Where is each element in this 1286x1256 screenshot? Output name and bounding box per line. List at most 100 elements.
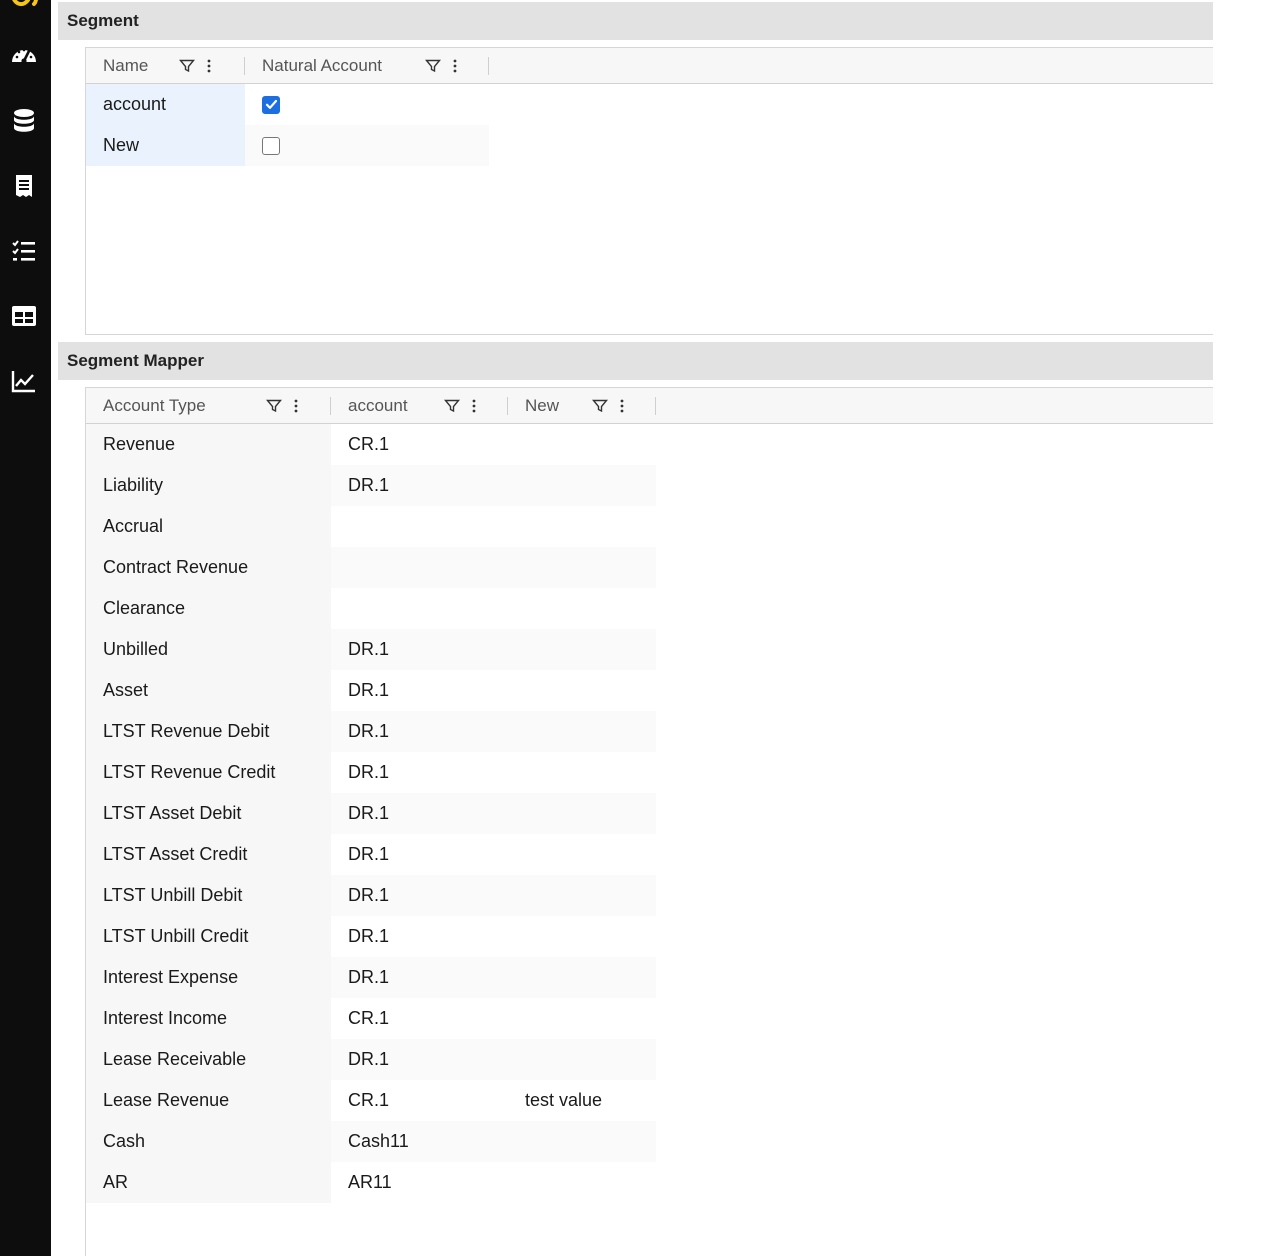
table-row[interactable]: Lease Revenue CR.1 test value <box>86 1080 1213 1121</box>
database-icon[interactable] <box>9 106 39 136</box>
table-row[interactable]: LTST Revenue Debit DR.1 <box>86 711 1213 752</box>
account-type-cell: Accrual <box>86 506 331 547</box>
new-value-cell[interactable] <box>508 957 656 998</box>
account-type-cell: Cash <box>86 1121 331 1162</box>
table-row[interactable]: New <box>86 125 1213 166</box>
segment-name-cell[interactable]: New <box>86 125 245 166</box>
account-value-cell[interactable]: Cash11 <box>331 1121 508 1162</box>
new-value-cell[interactable] <box>508 1039 656 1080</box>
account-type-cell: LTST Asset Credit <box>86 834 331 875</box>
table-row[interactable]: Unbilled DR.1 <box>86 629 1213 670</box>
column-separator[interactable] <box>488 56 489 75</box>
table-row[interactable]: LTST Unbill Credit DR.1 <box>86 916 1213 957</box>
account-value-cell[interactable]: DR.1 <box>331 1039 508 1080</box>
account-value-cell[interactable]: DR.1 <box>331 670 508 711</box>
natural-account-cell <box>245 125 489 166</box>
filter-icon[interactable] <box>444 398 460 414</box>
column-menu-icon[interactable] <box>472 399 476 413</box>
new-value-cell[interactable] <box>508 875 656 916</box>
table-row[interactable]: Lease Receivable DR.1 <box>86 1039 1213 1080</box>
table-row[interactable]: account <box>86 84 1213 125</box>
column-header-account[interactable]: account <box>331 388 508 424</box>
filter-icon[interactable] <box>266 398 282 414</box>
new-value-cell[interactable] <box>508 588 656 629</box>
filter-icon[interactable] <box>179 58 195 74</box>
table-row[interactable]: LTST Asset Credit DR.1 <box>86 834 1213 875</box>
logo-icon[interactable] <box>8 0 42 14</box>
new-value-cell[interactable] <box>508 424 656 465</box>
filter-icon[interactable] <box>425 58 441 74</box>
account-value-cell[interactable]: CR.1 <box>331 1080 508 1121</box>
new-value-cell[interactable] <box>508 916 656 957</box>
account-value-cell[interactable] <box>331 506 508 547</box>
account-type-cell: Lease Revenue <box>86 1080 331 1121</box>
account-value-cell[interactable]: CR.1 <box>331 424 508 465</box>
table-row[interactable]: Interest Expense DR.1 <box>86 957 1213 998</box>
table-grid-icon[interactable] <box>9 301 39 331</box>
new-value-cell[interactable] <box>508 834 656 875</box>
account-value-cell[interactable]: DR.1 <box>331 629 508 670</box>
sidebar <box>0 0 51 1256</box>
table-row[interactable]: Contract Revenue <box>86 547 1213 588</box>
account-value-cell[interactable] <box>331 588 508 629</box>
dashboard-gauge-icon[interactable] <box>9 41 39 71</box>
new-value-cell[interactable] <box>508 670 656 711</box>
table-row[interactable]: LTST Asset Debit DR.1 <box>86 793 1213 834</box>
column-menu-icon[interactable] <box>207 59 211 73</box>
account-type-cell: Revenue <box>86 424 331 465</box>
table-row[interactable]: LTST Revenue Credit DR.1 <box>86 752 1213 793</box>
table-row[interactable]: Asset DR.1 <box>86 670 1213 711</box>
table-row[interactable]: Revenue CR.1 <box>86 424 1213 465</box>
checklist-icon[interactable] <box>9 236 39 266</box>
account-value-cell[interactable]: DR.1 <box>331 875 508 916</box>
account-value-cell[interactable]: DR.1 <box>331 752 508 793</box>
filter-icon[interactable] <box>592 398 608 414</box>
natural-account-checkbox[interactable] <box>262 95 280 114</box>
new-value-cell[interactable] <box>508 752 656 793</box>
natural-account-checkbox[interactable] <box>262 136 280 155</box>
account-type-cell: LTST Unbill Credit <box>86 916 331 957</box>
new-value-cell[interactable] <box>508 506 656 547</box>
account-value-cell[interactable]: DR.1 <box>331 465 508 506</box>
account-value-cell[interactable] <box>331 547 508 588</box>
line-chart-icon[interactable] <box>9 366 39 396</box>
account-value-cell[interactable]: DR.1 <box>331 834 508 875</box>
column-menu-icon[interactable] <box>620 399 624 413</box>
account-type-cell: LTST Asset Debit <box>86 793 331 834</box>
account-value-cell[interactable]: DR.1 <box>331 711 508 752</box>
receipt-icon[interactable] <box>9 171 39 201</box>
new-value-cell[interactable] <box>508 793 656 834</box>
column-menu-icon[interactable] <box>453 59 457 73</box>
new-value-cell[interactable] <box>508 547 656 588</box>
new-value-cell[interactable] <box>508 465 656 506</box>
account-value-cell[interactable]: DR.1 <box>331 957 508 998</box>
account-value-cell[interactable]: DR.1 <box>331 793 508 834</box>
column-header-account-type[interactable]: Account Type <box>86 388 331 424</box>
table-row[interactable]: Liability DR.1 <box>86 465 1213 506</box>
new-value-cell[interactable] <box>508 1121 656 1162</box>
column-separator[interactable] <box>655 396 656 415</box>
segment-name-cell[interactable]: account <box>86 84 245 125</box>
account-value-cell[interactable]: CR.1 <box>331 998 508 1039</box>
account-type-cell: Liability <box>86 465 331 506</box>
column-header-new[interactable]: New <box>508 388 656 424</box>
new-value-cell[interactable] <box>508 1162 656 1203</box>
new-value-cell[interactable] <box>508 629 656 670</box>
account-value-cell[interactable]: AR11 <box>331 1162 508 1203</box>
table-row[interactable]: Clearance <box>86 588 1213 629</box>
table-row[interactable]: Cash Cash11 <box>86 1121 1213 1162</box>
column-menu-icon[interactable] <box>294 399 298 413</box>
account-type-cell: Clearance <box>86 588 331 629</box>
column-header-name[interactable]: Name <box>86 48 245 84</box>
account-type-cell: Lease Receivable <box>86 1039 331 1080</box>
table-row[interactable]: AR AR11 <box>86 1162 1213 1203</box>
column-header-natural-account[interactable]: Natural Account <box>245 48 489 84</box>
new-value-cell[interactable] <box>508 998 656 1039</box>
table-row[interactable]: Interest Income CR.1 <box>86 998 1213 1039</box>
table-row[interactable]: Accrual <box>86 506 1213 547</box>
new-value-cell[interactable]: test value <box>508 1080 656 1121</box>
table-row[interactable]: LTST Unbill Debit DR.1 <box>86 875 1213 916</box>
new-value-cell[interactable] <box>508 711 656 752</box>
account-value-cell[interactable]: DR.1 <box>331 916 508 957</box>
segment-rows: account New <box>86 84 1213 166</box>
